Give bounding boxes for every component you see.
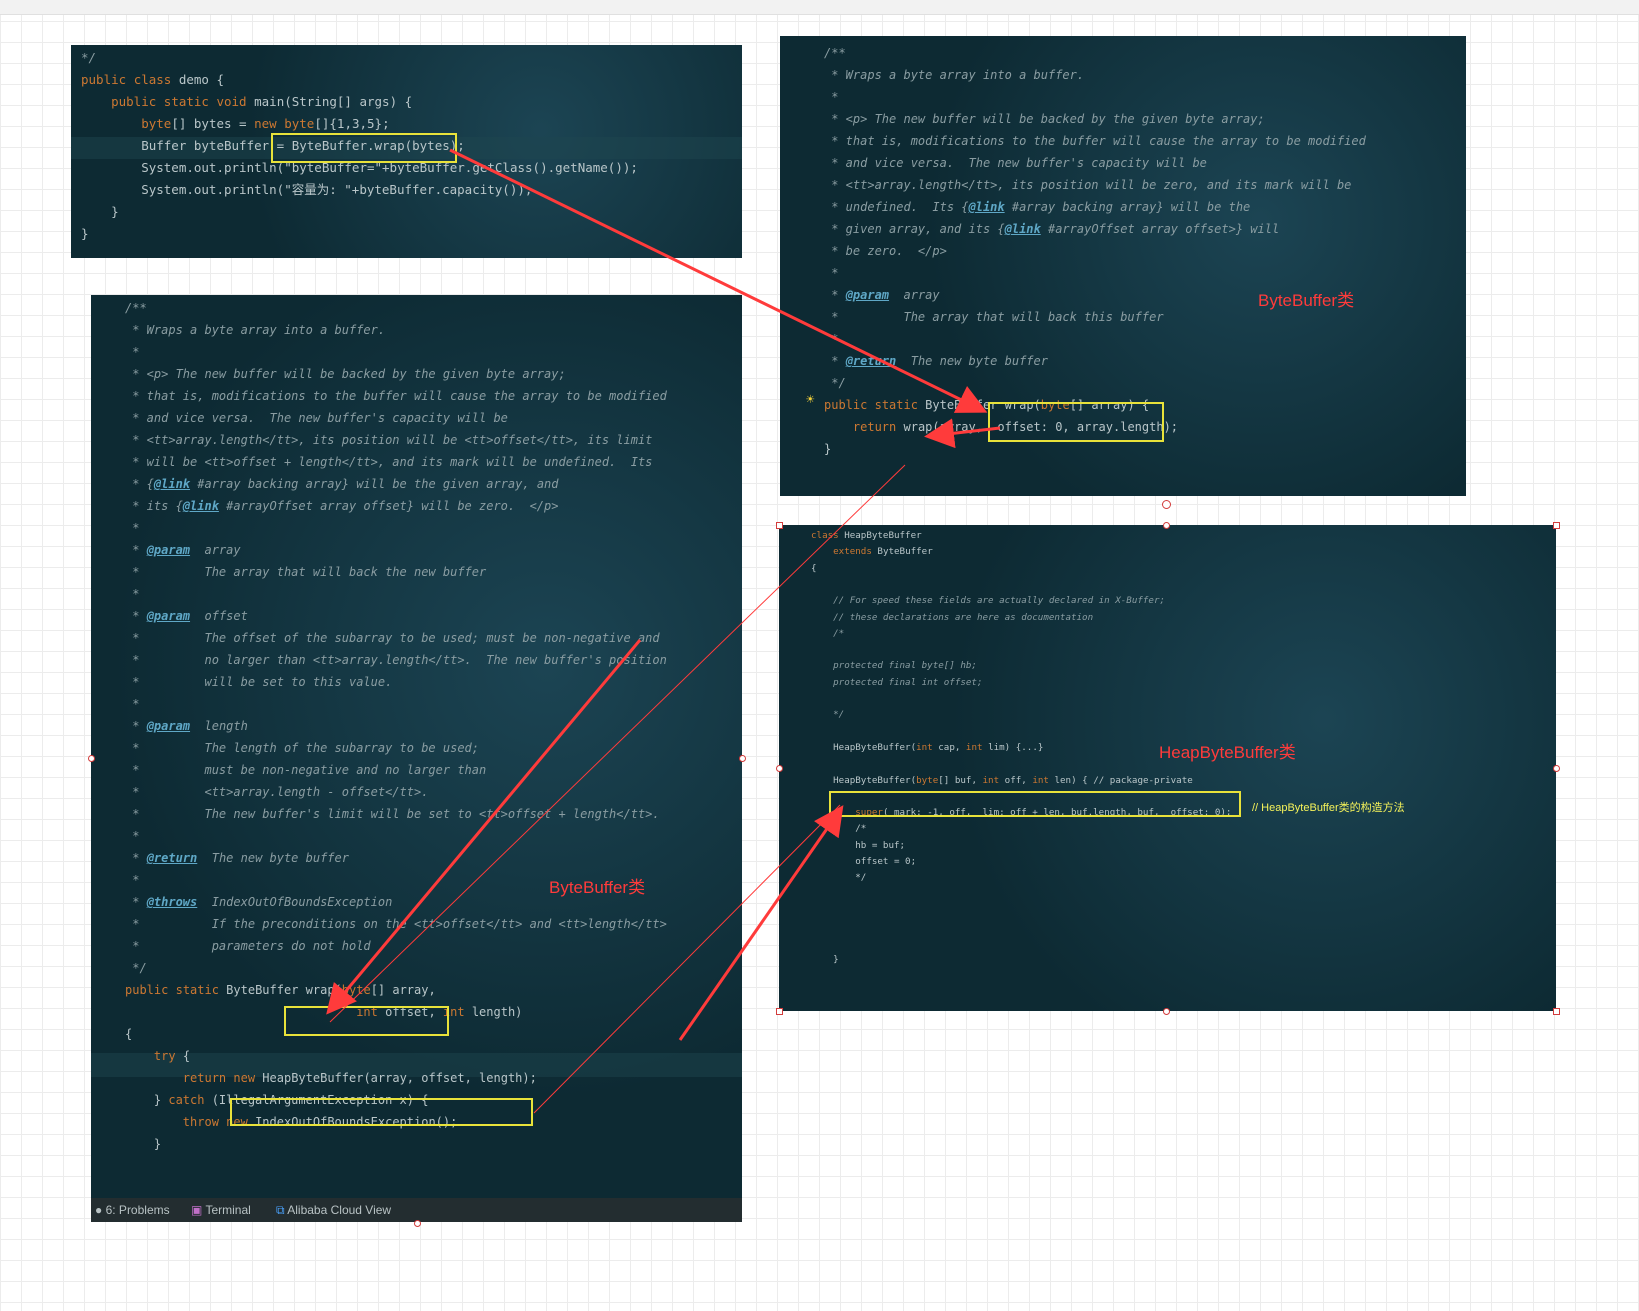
arrow-to-wrap-offset: [326, 639, 642, 1015]
annotation-arrows: [326, 148, 1001, 1114]
arrow-demo-to-wrap: [449, 148, 988, 413]
thin-line-wrap-to-offset: [329, 464, 906, 1023]
thin-line-to-heapbytebuffer: [533, 804, 841, 1114]
arrow-to-heapbytebuffer-constructor: [678, 805, 844, 1041]
arrow-wrap-return: [924, 418, 1001, 449]
